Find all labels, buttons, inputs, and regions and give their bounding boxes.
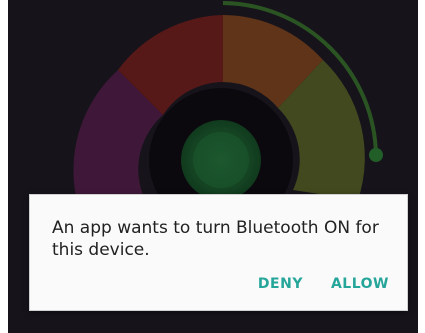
allow-button[interactable]: ALLOW [327, 270, 393, 298]
deny-button[interactable]: DENY [254, 270, 307, 298]
dialog-message: An app wants to turn Bluetooth ON for th… [52, 218, 379, 260]
dialog-actions: DENY ALLOW [254, 270, 393, 298]
bluetooth-permission-dialog: An app wants to turn Bluetooth ON for th… [29, 194, 408, 311]
